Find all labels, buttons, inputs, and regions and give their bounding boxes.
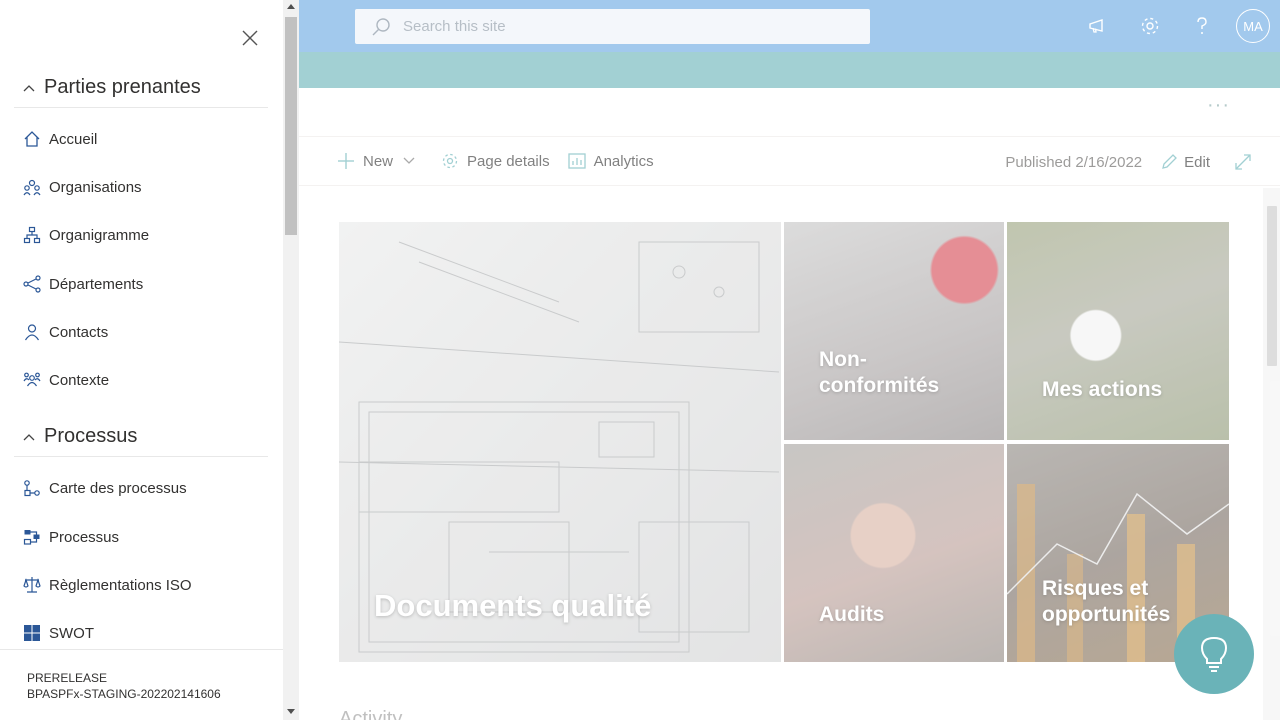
nav-item-label: SWOT — [49, 624, 94, 642]
help-icon[interactable] — [1176, 0, 1228, 52]
nav-item-label: Accueil — [49, 130, 98, 148]
page-details-button[interactable]: Page details — [441, 152, 550, 170]
nav-item-label: Contexte — [49, 371, 110, 389]
command-bar: New Page details Analytics Published 2/1… — [299, 136, 1280, 186]
nav-item-label: Départements — [49, 275, 144, 293]
navigation-panel: Parties prenantes Accueil Organisations … — [0, 0, 283, 720]
nav-item-reglementations-iso[interactable]: Règlementations ISO — [22, 570, 192, 600]
hero-web-part: Documents qualité Non-conformités Mes ac… — [339, 222, 1229, 662]
lightbulb-button[interactable] — [1174, 614, 1254, 694]
edit-label: Edit — [1184, 153, 1210, 171]
nav-item-swot[interactable]: SWOT — [22, 618, 94, 648]
windows-grid-icon — [22, 623, 42, 643]
build-info-line2: BPASPFx-STAGING-202202141606 — [27, 687, 221, 701]
megaphone-icon[interactable] — [1072, 0, 1124, 52]
nav-item-organisations[interactable]: Organisations — [22, 172, 142, 202]
nav-item-label: Carte des processus — [49, 479, 187, 497]
people-group-icon — [22, 177, 42, 197]
gear-icon — [442, 153, 458, 169]
nav-section-processus[interactable]: Processus — [14, 417, 268, 457]
nav-item-label: Règlementations ISO — [49, 576, 192, 594]
nav-item-departements[interactable]: Départements — [22, 269, 143, 299]
build-info-line1: PRERELEASE — [27, 671, 108, 685]
pencil-icon — [1162, 154, 1178, 169]
nav-section-parties-prenantes[interactable]: Parties prenantes — [14, 68, 268, 108]
nav-item-label: Organigramme — [49, 226, 150, 244]
search-box[interactable]: Search this site — [355, 9, 870, 44]
chevron-up-icon — [14, 84, 44, 92]
tile-title: Audits — [819, 602, 885, 626]
nav-item-contexte[interactable]: Contexte — [22, 365, 109, 395]
hero-tile-mes-actions[interactable]: Mes actions — [1007, 222, 1229, 440]
analytics-icon — [567, 153, 586, 169]
edit-button[interactable]: Edit — [1160, 153, 1210, 171]
tile-title: Documents qualité — [374, 588, 652, 624]
tile-title: Mes actions — [1042, 378, 1163, 401]
share-nodes-icon — [22, 274, 42, 294]
team-icon — [22, 370, 42, 390]
page-scrollbar[interactable] — [1263, 188, 1280, 720]
nav-scrollbar-thumb[interactable] — [285, 17, 297, 235]
chevron-down-icon — [403, 157, 415, 164]
analytics-button[interactable]: Analytics — [567, 152, 654, 170]
plus-icon — [338, 153, 354, 169]
nav-item-label: Organisations — [49, 178, 142, 196]
nav-item-contacts[interactable]: Contacts — [22, 317, 108, 347]
hero-tile-audits[interactable]: Audits — [784, 444, 1004, 662]
new-label: New — [363, 152, 394, 170]
tile-title: Risques et opportunités — [1042, 576, 1171, 626]
main-page: ··· New Page details Analytics Published… — [299, 88, 1280, 720]
gear-icon[interactable] — [1124, 0, 1176, 52]
page-details-label: Page details — [467, 152, 550, 170]
page-scrollbar-thumb[interactable] — [1267, 206, 1277, 366]
scroll-down-arrow-icon[interactable] — [287, 709, 295, 714]
nav-item-label: Contacts — [49, 323, 109, 341]
activity-heading: Activity — [339, 708, 403, 720]
analytics-label: Analytics — [593, 152, 654, 170]
nav-section-label: Processus — [44, 425, 138, 447]
published-status: Published 2/16/2022 — [1005, 153, 1143, 171]
nav-item-accueil[interactable]: Accueil — [22, 124, 97, 154]
hero-tile-documents[interactable]: Documents qualité — [339, 222, 781, 662]
search-icon — [372, 17, 390, 35]
nav-item-processus[interactable]: Processus — [22, 522, 119, 552]
tile-title: Non-conformités — [819, 348, 940, 398]
nav-item-label: Processus — [49, 528, 120, 546]
nav-item-carte-des-processus[interactable]: Carte des processus — [22, 473, 187, 503]
avatar[interactable]: MA — [1236, 9, 1270, 43]
lightbulb-icon — [1200, 636, 1228, 672]
nav-item-organigramme[interactable]: Organigramme — [22, 220, 149, 250]
build-info: PRERELEASE BPASPFx-STAGING-202202141606 — [0, 649, 283, 720]
hero-tile-non-conformites[interactable]: Non-conformités — [784, 222, 1004, 440]
org-chart-icon — [22, 225, 42, 245]
close-icon[interactable] — [238, 26, 262, 50]
scales-icon — [22, 575, 42, 595]
process-icon — [22, 527, 42, 547]
chevron-up-icon — [14, 433, 44, 441]
nav-section-label: Parties prenantes — [44, 76, 201, 98]
new-button[interactable]: New — [337, 152, 423, 170]
process-map-icon — [22, 478, 42, 498]
home-icon — [22, 129, 42, 149]
person-icon — [22, 322, 42, 342]
search-input[interactable]: Search this site — [403, 18, 506, 35]
nav-scrollbar[interactable] — [283, 0, 299, 720]
expand-icon[interactable] — [1234, 153, 1252, 171]
scroll-up-arrow-icon[interactable] — [287, 4, 295, 9]
more-options-icon[interactable]: ··· — [1207, 94, 1230, 117]
